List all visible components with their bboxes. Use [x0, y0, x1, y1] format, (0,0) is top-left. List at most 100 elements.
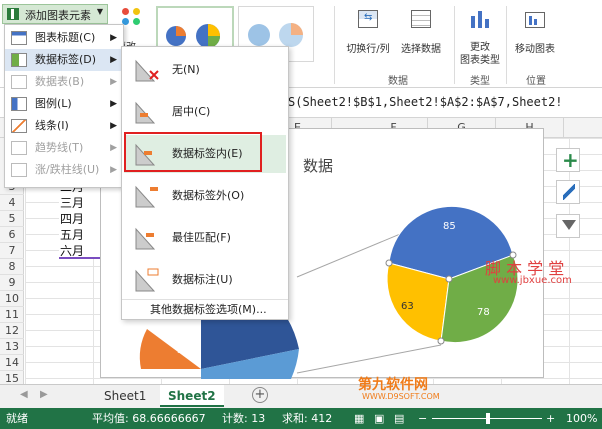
row-header[interactable]: 5 — [0, 211, 24, 227]
tab-scroll-right-icon[interactable]: ▶ — [40, 389, 48, 400]
group-label-type: 类型 — [470, 76, 490, 87]
watermark-brand: 第九软件网 — [358, 377, 428, 393]
chevron-down-icon: ▼ — [96, 7, 103, 16]
page-break-icon[interactable]: ▤ — [394, 408, 404, 429]
menu-item-label: 图例(L) — [35, 97, 72, 110]
brush-icon — [563, 184, 575, 200]
data-label-85[interactable]: 85 — [443, 221, 456, 232]
menu-item-data-labels[interactable]: 数据标签(D) ▶ — [5, 49, 123, 71]
menu-item-outside-end[interactable]: 数据标签外(O) — [124, 177, 286, 215]
menu-item-data-table: 数据表(B) ▶ — [5, 71, 123, 93]
chevron-right-icon: ▶ — [110, 165, 117, 175]
up-down-bars-icon — [11, 163, 27, 177]
menu-item-label: 涨/跌柱线(U) — [35, 163, 100, 176]
selection-handle — [445, 275, 453, 283]
label-outside-end-icon — [135, 185, 158, 208]
zoom-out-icon[interactable]: − — [418, 408, 427, 429]
row-header[interactable]: 13 — [0, 339, 24, 355]
data-label-78[interactable]: 78 — [477, 307, 490, 318]
chevron-right-icon: ▶ — [110, 55, 117, 65]
row-header[interactable]: 6 — [0, 227, 24, 243]
menu-item-label: 数据表(B) — [35, 75, 85, 88]
menu-item-label: 最佳匹配(F) — [172, 231, 231, 244]
chevron-right-icon: ▶ — [110, 77, 117, 87]
row-header[interactable]: 14 — [0, 355, 24, 371]
menu-item-lines[interactable]: 线条(I) ▶ — [5, 115, 123, 137]
change-chart-type-button[interactable]: 更改 图表类型 — [458, 8, 502, 70]
switch-row-col-label: 切换行/列 — [346, 44, 390, 55]
trendline-icon — [11, 141, 27, 155]
menu-item-label: 数据标签(D) — [35, 53, 97, 66]
tab-sheet1[interactable]: Sheet1 — [96, 385, 154, 407]
zoom-in-icon[interactable]: + — [546, 408, 555, 429]
menu-item-none[interactable]: 无(N) — [124, 51, 286, 89]
move-chart-icon — [523, 8, 547, 30]
row-header[interactable]: 12 — [0, 323, 24, 339]
data-label-30[interactable]: 30 — [177, 345, 190, 356]
lines-icon — [11, 119, 27, 133]
switch-row-col-icon: ⇆ — [356, 8, 380, 30]
status-count: 计数: 13 — [222, 412, 266, 425]
add-chart-element-menu: 图表标题(C) ▶ 数据标签(D) ▶ 数据表(B) ▶ 图例(L) ▶ 线条(I) ▶ … — [4, 24, 124, 188]
data-labels-submenu: 无(N) 居中(C) 数据标签内(E) 数据标签外(O) 最佳匹配(F) 数据标… — [121, 46, 289, 320]
formula-text: S(Sheet2!$B$1,Sheet2!$A$2:$A$7,Sheet2! — [288, 95, 563, 109]
add-chart-element-button[interactable]: 添加图表元素 ▼ — [2, 4, 108, 24]
menu-item-label: 线条(I) — [35, 119, 69, 132]
menu-item-label: 数据标签外(O) — [172, 189, 245, 202]
row-header[interactable]: 9 — [0, 275, 24, 291]
selection-handle — [437, 337, 445, 345]
label-best-fit-icon — [135, 227, 156, 250]
ribbon-separator — [334, 6, 335, 84]
menu-item-best-fit[interactable]: 最佳匹配(F) — [124, 219, 286, 257]
menu-item-trendline: 趋势线(T) ▶ — [5, 137, 123, 159]
row-header[interactable]: 7 — [0, 243, 24, 259]
watermark-url: www.jbxue.com — [493, 275, 572, 286]
pie-slice-orange — [139, 329, 201, 369]
more-data-label-options[interactable]: 其他数据标签选项(M)... — [122, 299, 288, 319]
menu-item-center[interactable]: 居中(C) — [124, 93, 286, 131]
tab-sheet2[interactable]: Sheet2 — [160, 385, 224, 407]
page-layout-icon[interactable]: ▣ — [374, 408, 384, 429]
select-data-button[interactable]: 选择数据 — [396, 8, 446, 58]
chart-filters-button[interactable] — [556, 214, 580, 238]
select-data-label: 选择数据 — [401, 44, 441, 55]
zoom-level[interactable]: 100% — [566, 408, 597, 429]
ribbon-separator — [506, 6, 507, 84]
menu-item-data-callout[interactable]: 数据标注(U) — [124, 261, 286, 299]
move-chart-button[interactable]: 移动图表 — [510, 8, 560, 58]
more-options-label: 其他数据标签选项(M)... — [150, 303, 267, 316]
chevron-right-icon: ▶ — [110, 143, 117, 153]
group-label-data: 数据 — [388, 76, 408, 87]
watermark-brand-url: WWW.D9SOFT.COM — [362, 392, 440, 401]
chart-styles-button[interactable] — [556, 180, 580, 204]
switch-row-col-button[interactable]: ⇆ 切换行/列 — [342, 8, 394, 58]
legend-icon — [11, 97, 27, 111]
move-chart-label: 移动图表 — [515, 44, 555, 55]
normal-view-icon[interactable]: ▦ — [354, 408, 364, 429]
chart-elements-button[interactable]: + — [556, 148, 580, 172]
menu-item-label: 数据标注(U) — [172, 273, 233, 286]
change-chart-type-label-2: 图表类型 — [460, 55, 500, 66]
menu-item-legend[interactable]: 图例(L) ▶ — [5, 93, 123, 115]
row-header[interactable]: 4 — [0, 195, 24, 211]
status-average: 平均值: 68.66666667 — [92, 412, 206, 425]
data-label-63[interactable]: 63 — [401, 301, 414, 312]
chevron-right-icon: ▶ — [110, 121, 117, 131]
row-header[interactable]: 10 — [0, 291, 24, 307]
add-sheet-icon[interactable]: + — [252, 387, 268, 403]
chart-type-icon — [468, 8, 492, 30]
menu-item-chart-title[interactable]: 图表标题(C) ▶ — [5, 27, 123, 49]
tab-scroll-left-icon[interactable]: ◀ — [20, 389, 28, 400]
menu-item-label: 图表标题(C) — [35, 31, 96, 44]
label-center-icon — [135, 101, 156, 124]
filter-icon — [562, 220, 576, 230]
connector-line — [296, 344, 442, 374]
row-header[interactable]: 8 — [0, 259, 24, 275]
status-sum: 求和: 412 — [282, 412, 333, 425]
row-header[interactable]: 11 — [0, 307, 24, 323]
status-ready: 就绪 — [6, 412, 28, 425]
zoom-slider-thumb[interactable] — [486, 413, 490, 424]
chevron-right-icon: ▶ — [110, 33, 117, 43]
menu-item-up-down-bars: 涨/跌柱线(U) ▶ — [5, 159, 123, 181]
chevron-right-icon: ▶ — [110, 99, 117, 109]
